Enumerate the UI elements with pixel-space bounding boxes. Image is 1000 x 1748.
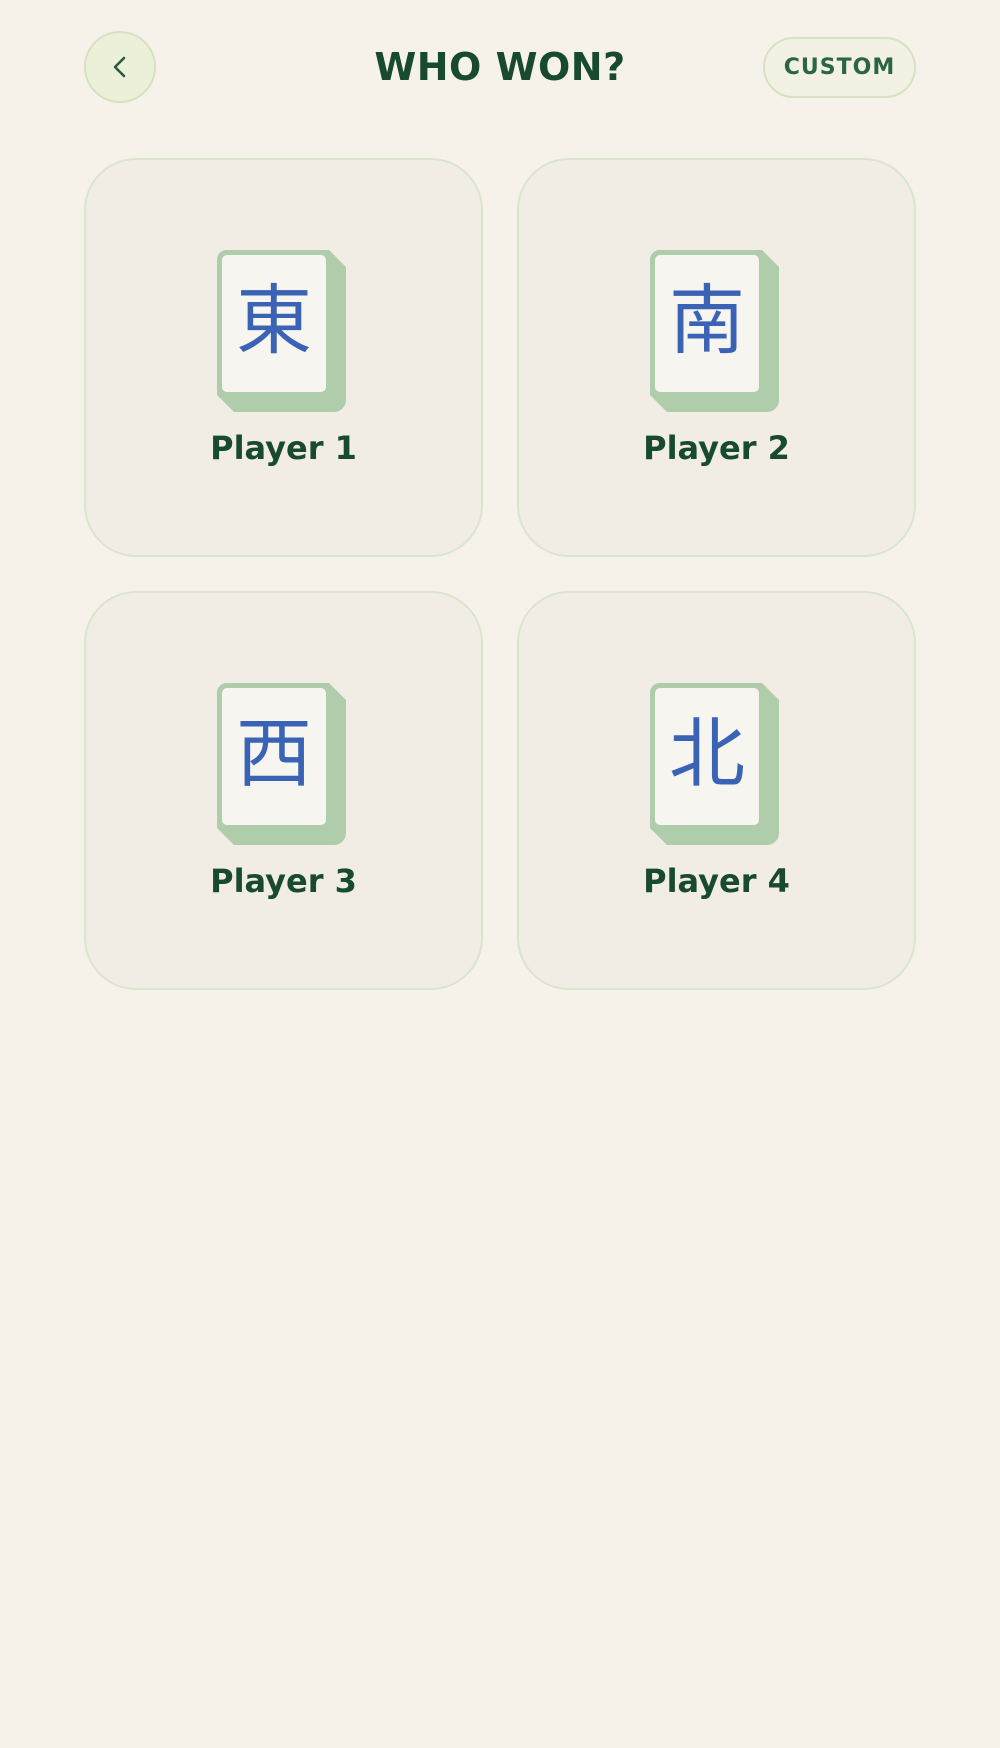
player-name: Player 3 (210, 862, 357, 900)
player-card-3[interactable]: 西 Player 3 (84, 591, 483, 990)
tile-face: 西 (217, 683, 331, 830)
player-card-2[interactable]: 南 Player 2 (517, 158, 916, 557)
tile-face: 北 (650, 683, 764, 830)
tile-character: 西 (236, 708, 312, 798)
custom-button[interactable]: CUSTOM (763, 37, 916, 98)
back-button[interactable] (84, 31, 156, 103)
player-name: Player 1 (210, 429, 357, 467)
tile-character: 東 (236, 275, 312, 365)
who-won-screen: WHO WON? CUSTOM 東 Player 1 南 Player 2 西 … (0, 0, 1000, 1748)
north-wind-tile-icon: 北 (650, 683, 779, 845)
player-name: Player 2 (643, 429, 790, 467)
tile-character: 南 (669, 275, 745, 365)
player-card-1[interactable]: 東 Player 1 (84, 158, 483, 557)
chevron-left-icon (113, 56, 126, 78)
east-wind-tile-icon: 東 (217, 250, 346, 412)
tile-character: 北 (669, 708, 745, 798)
player-name: Player 4 (643, 862, 790, 900)
west-wind-tile-icon: 西 (217, 683, 346, 845)
tile-face: 南 (650, 250, 764, 397)
tile-face: 東 (217, 250, 331, 397)
header: WHO WON? CUSTOM (0, 0, 1000, 140)
player-card-4[interactable]: 北 Player 4 (517, 591, 916, 990)
player-grid: 東 Player 1 南 Player 2 西 Player 3 北 Playe… (84, 158, 916, 990)
south-wind-tile-icon: 南 (650, 250, 779, 412)
page-title: WHO WON? (374, 45, 626, 89)
